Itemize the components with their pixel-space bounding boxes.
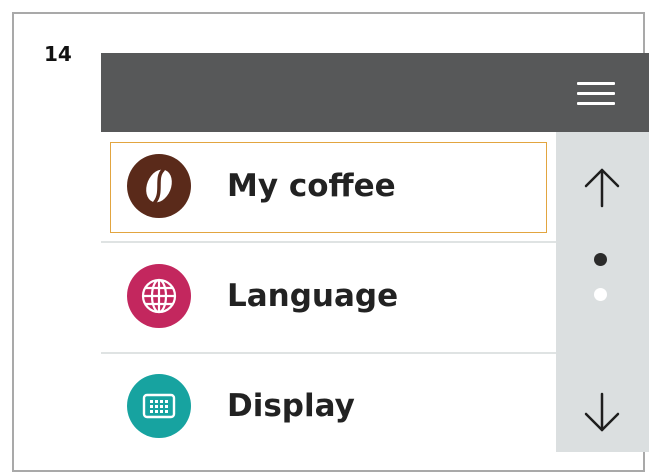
header-bar: [101, 53, 649, 132]
page-indicator-dot: [594, 288, 607, 301]
coffee-bean-icon: [127, 154, 191, 218]
scrollbar[interactable]: [556, 132, 649, 452]
settings-menu-list: My coffee Language Display: [101, 132, 556, 452]
menu-item-label: My coffee: [227, 168, 396, 204]
globe-icon: [127, 264, 191, 328]
page-number: 14: [44, 42, 72, 66]
menu-item-label: Display: [227, 388, 355, 424]
menu-item-language[interactable]: Language: [101, 242, 556, 352]
arrow-up-icon[interactable]: [578, 164, 626, 212]
menu-item-my-coffee[interactable]: My coffee: [101, 132, 556, 242]
menu-item-label: Language: [227, 278, 399, 314]
hamburger-menu-icon[interactable]: [577, 81, 615, 107]
display-icon: [127, 374, 191, 438]
arrow-down-icon[interactable]: [578, 388, 626, 436]
menu-item-display[interactable]: Display: [101, 352, 556, 462]
page-indicator-dot-active: [594, 253, 607, 266]
